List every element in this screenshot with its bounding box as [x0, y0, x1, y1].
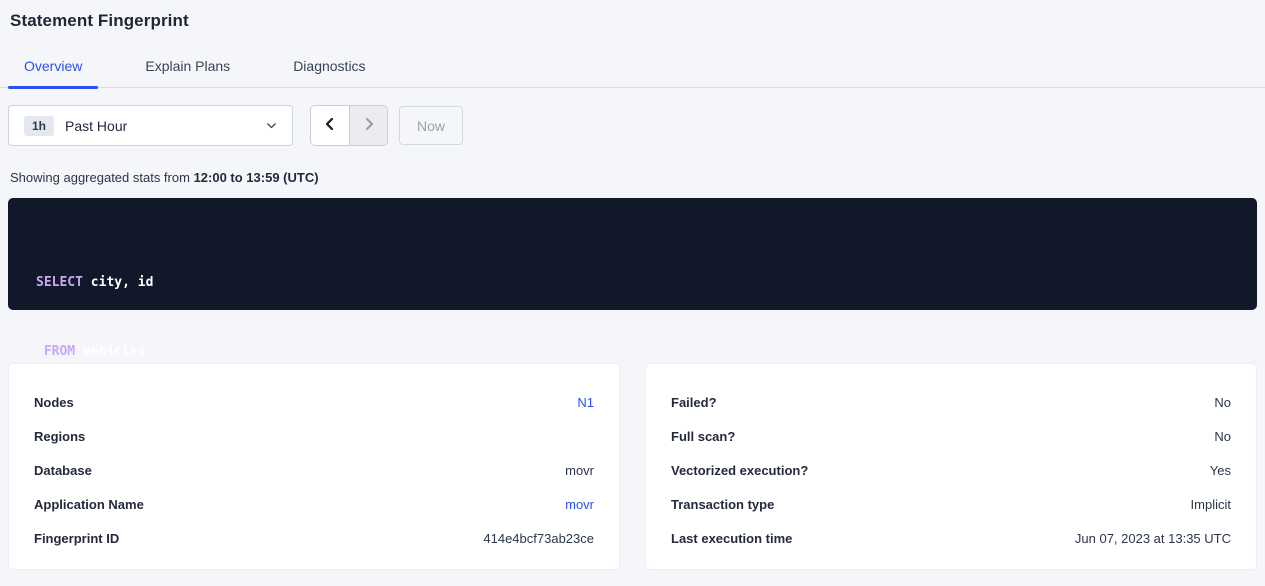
sql-text: city, id	[83, 275, 153, 290]
application-name-link[interactable]: movr	[565, 497, 594, 512]
table-row: Regions	[34, 419, 594, 453]
stats-prefix: Showing aggregated stats from	[10, 170, 194, 185]
row-label-last-execution-time: Last execution time	[671, 531, 792, 546]
tab-diagnostics[interactable]: Diagnostics	[277, 58, 381, 87]
stats-range: 12:00 to 13:59 (UTC)	[194, 170, 319, 185]
chevron-right-icon	[361, 116, 377, 135]
sql-statement-box: SELECT city, id FROM vehicles WHERE city…	[8, 198, 1257, 310]
transaction-type-value: Implicit	[1191, 497, 1231, 512]
table-row: Nodes N1	[34, 385, 594, 419]
row-label-vectorized-execution: Vectorized execution?	[671, 463, 808, 478]
time-range-badge: 1h	[24, 116, 54, 136]
sql-indent	[36, 344, 44, 359]
table-row: Fingerprint ID 414e4bcf73ab23ce	[34, 521, 594, 555]
row-label-database: Database	[34, 463, 92, 478]
page-title: Statement Fingerprint	[10, 11, 1255, 31]
statement-details-card: Nodes N1 Regions Database movr Applicati…	[8, 363, 620, 570]
time-step-buttons	[310, 105, 388, 146]
time-range-label: Past Hour	[65, 118, 127, 134]
failed-value: No	[1214, 395, 1231, 410]
next-time-button[interactable]	[349, 106, 387, 145]
table-row: Vectorized execution? Yes	[671, 453, 1231, 487]
tab-explain-plans[interactable]: Explain Plans	[129, 58, 246, 87]
summary-cards: Nodes N1 Regions Database movr Applicati…	[8, 363, 1257, 570]
statement-fingerprint-page: Statement Fingerprint Overview Explain P…	[0, 0, 1265, 586]
database-value: movr	[565, 463, 594, 478]
table-row: Application Name movr	[34, 487, 594, 521]
row-label-nodes: Nodes	[34, 395, 74, 410]
chevron-down-icon	[265, 119, 278, 132]
last-execution-time-value: Jun 07, 2023 at 13:35 UTC	[1075, 531, 1231, 546]
row-label-full-scan: Full scan?	[671, 429, 735, 444]
page-header: Statement Fingerprint	[0, 0, 1265, 31]
table-row: Last execution time Jun 07, 2023 at 13:3…	[671, 521, 1231, 555]
chevron-left-icon	[322, 116, 338, 135]
row-label-fingerprint-id: Fingerprint ID	[34, 531, 119, 546]
table-row: Full scan? No	[671, 419, 1231, 453]
sql-text: vehicles	[75, 344, 145, 359]
execution-attributes-card: Failed? No Full scan? No Vectorized exec…	[645, 363, 1257, 570]
sql-line: FROM vehicles	[36, 340, 1237, 363]
row-label-application-name: Application Name	[34, 497, 144, 512]
now-button[interactable]: Now	[399, 106, 463, 145]
table-row: Transaction type Implicit	[671, 487, 1231, 521]
row-label-regions: Regions	[34, 429, 85, 444]
tab-overview[interactable]: Overview	[8, 58, 98, 87]
table-row: Database movr	[34, 453, 594, 487]
sql-keyword: FROM	[44, 344, 75, 359]
time-controls: 1h Past Hour Now	[8, 105, 1257, 146]
time-range-dropdown[interactable]: 1h Past Hour	[8, 105, 293, 146]
vectorized-execution-value: Yes	[1210, 463, 1231, 478]
sql-keyword: SELECT	[36, 275, 83, 290]
nodes-link[interactable]: N1	[577, 395, 594, 410]
aggregated-stats-line: Showing aggregated stats from 12:00 to 1…	[10, 170, 1257, 185]
tab-bar: Overview Explain Plans Diagnostics	[0, 50, 1265, 88]
fingerprint-id-value: 414e4bcf73ab23ce	[483, 531, 594, 546]
row-label-transaction-type: Transaction type	[671, 497, 774, 512]
previous-time-button[interactable]	[311, 106, 349, 145]
table-row: Failed? No	[671, 385, 1231, 419]
sql-line: SELECT city, id	[36, 271, 1237, 294]
row-label-failed: Failed?	[671, 395, 717, 410]
full-scan-value: No	[1214, 429, 1231, 444]
